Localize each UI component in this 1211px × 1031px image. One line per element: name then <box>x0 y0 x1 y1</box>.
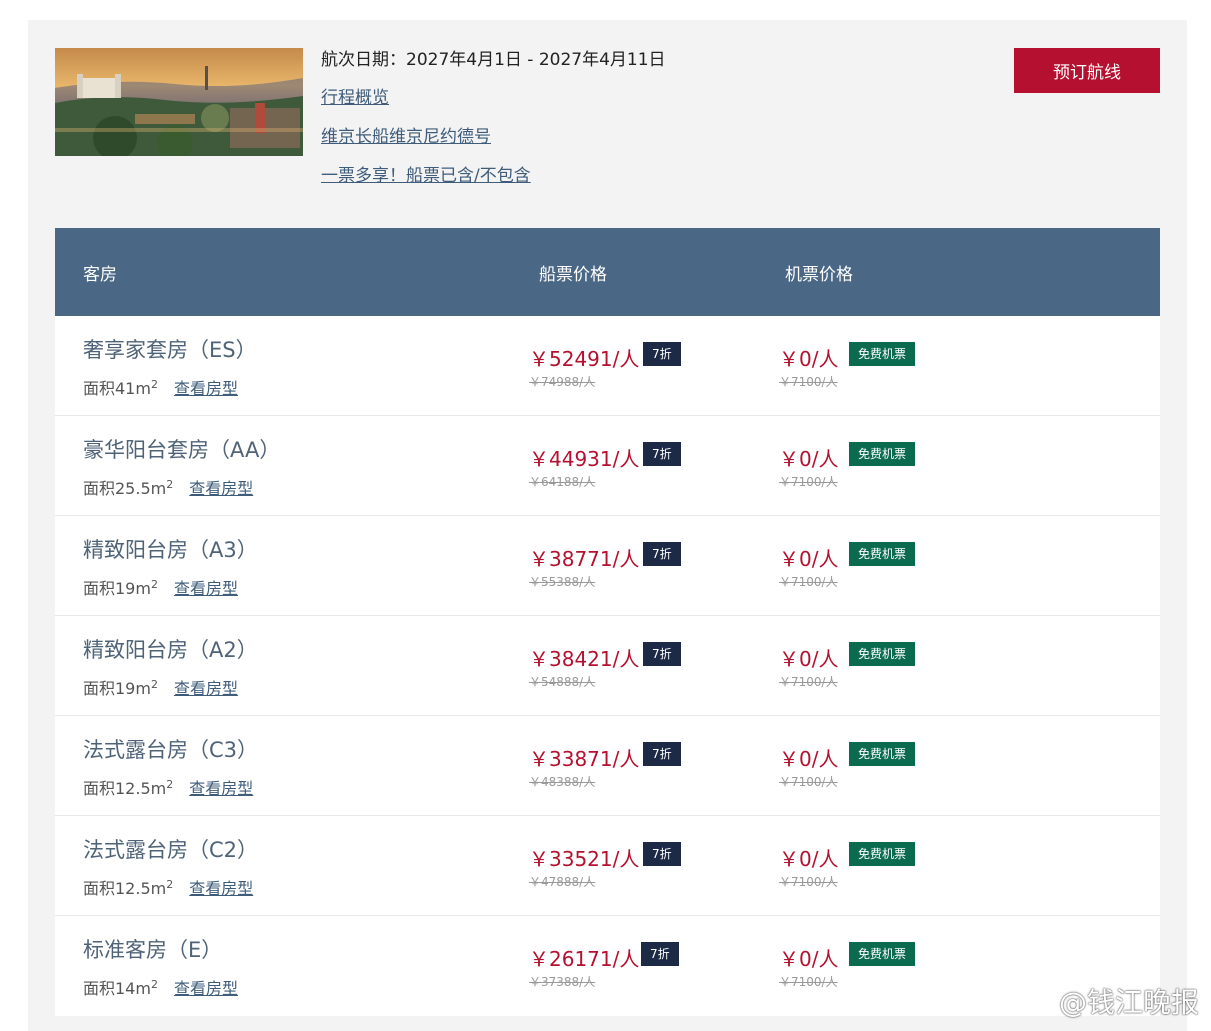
area-unit-superscript: 2 <box>150 378 158 391</box>
cabin-name: 法式露台房（C3） <box>83 738 259 762</box>
cabin-area: 面积25.5m2 查看房型 <box>83 475 253 499</box>
cabin-area-value: 面积19m <box>83 679 151 698</box>
cruise-fare-original: ￥47888/人 <box>529 875 596 889</box>
destination-thumbnail[interactable] <box>55 48 303 156</box>
inclusions-link[interactable]: 一票多享！船票已含/不包含 <box>321 164 666 188</box>
column-header-airfare: 机票价格 <box>785 265 853 285</box>
airfare-price: ￥0/人 <box>779 747 839 771</box>
cruise-fare-original: ￥74988/人 <box>529 375 596 389</box>
discount-badge: 7折 <box>643 642 681 666</box>
cabin-area-value: 面积14m <box>83 979 151 998</box>
cruise-fare-original: ￥48388/人 <box>529 775 596 789</box>
cabin-name: 精致阳台房（A3） <box>83 538 258 562</box>
cruise-fare-original: ￥54888/人 <box>529 675 596 689</box>
view-cabin-link[interactable]: 查看房型 <box>174 379 238 398</box>
table-row: 法式露台房（C3） 面积12.5m2 查看房型 ￥33871/人 ￥48388/人 7折 ￥… <box>55 716 1160 816</box>
cabin-area: 面积12.5m2 查看房型 <box>83 875 253 899</box>
airfare-original: ￥7100/人 <box>779 375 838 389</box>
table-header: 客房 船票价格 机票价格 <box>55 228 1160 316</box>
view-cabin-link[interactable]: 查看房型 <box>174 979 238 998</box>
airfare-price: ￥0/人 <box>779 947 839 971</box>
discount-badge: 7折 <box>643 342 681 366</box>
table-row: 奢享家套房（ES） 面积41m2 查看房型 ￥52491/人 ￥74988/人 7折 ￥0/… <box>55 316 1160 416</box>
table-row: 豪华阳台套房（AA） 面积25.5m2 查看房型 ￥44931/人 ￥64188/人 7折… <box>55 416 1160 516</box>
discount-badge: 7折 <box>643 542 681 566</box>
cabin-area: 面积19m2 查看房型 <box>83 575 238 599</box>
cabin-price-table: 客房 船票价格 机票价格 奢享家套房（ES） 面积41m2 查看房型 ￥52491/人… <box>55 228 1160 1016</box>
airfare-original: ￥7100/人 <box>779 775 838 789</box>
airfare-original: ￥7100/人 <box>779 675 838 689</box>
view-cabin-link[interactable]: 查看房型 <box>189 479 253 498</box>
free-airfare-badge: 免费机票 <box>849 942 916 966</box>
area-unit-superscript: 2 <box>166 878 174 891</box>
itinerary-overview-link[interactable]: 行程概览 <box>321 86 666 110</box>
table-row: 标准客房（E） 面积14m2 查看房型 ￥26171/人 ￥37388/人 7折 ￥0/人 ￥… <box>55 916 1160 1016</box>
cabin-area: 面积19m2 查看房型 <box>83 675 238 699</box>
cabin-area-value: 面积12.5m <box>83 779 167 798</box>
book-voyage-button[interactable]: 预订航线 <box>1014 48 1160 93</box>
view-cabin-link[interactable]: 查看房型 <box>174 679 238 698</box>
ship-name-link[interactable]: 维京长船维京尼约德号 <box>321 125 666 149</box>
discount-badge: 7折 <box>643 442 681 466</box>
cabin-area-value: 面积41m <box>83 379 151 398</box>
watermark: @钱江晚报 <box>1058 986 1199 1019</box>
cruise-fare-original: ￥64188/人 <box>529 475 596 489</box>
airfare-price: ￥0/人 <box>779 447 839 471</box>
cruise-fare-price: ￥33871/人 <box>529 747 640 771</box>
airfare-original: ￥7100/人 <box>779 475 838 489</box>
free-airfare-badge: 免费机票 <box>849 742 916 766</box>
airfare-price: ￥0/人 <box>779 547 839 571</box>
cabin-name: 奢享家套房（ES） <box>83 338 257 362</box>
airfare-price: ￥0/人 <box>779 347 839 371</box>
area-unit-superscript: 2 <box>150 678 158 691</box>
airfare-price: ￥0/人 <box>779 647 839 671</box>
view-cabin-link[interactable]: 查看房型 <box>174 579 238 598</box>
table-row: 精致阳台房（A3） 面积19m2 查看房型 ￥38771/人 ￥55388/人 7折 ￥0/… <box>55 516 1160 616</box>
discount-badge: 7折 <box>643 842 681 866</box>
airfare-original: ￥7100/人 <box>779 975 838 989</box>
area-unit-superscript: 2 <box>150 578 158 591</box>
table-row: 法式露台房（C2） 面积12.5m2 查看房型 ￥33521/人 ￥47888/人 7折 ￥… <box>55 816 1160 916</box>
cruise-fare-price: ￥52491/人 <box>529 347 640 371</box>
voyage-date: 航次日期：2027年4月1日 - 2027年4月11日 <box>321 50 666 70</box>
cabin-name: 标准客房（E） <box>83 938 223 962</box>
table-row: 精致阳台房（A2） 面积19m2 查看房型 ￥38421/人 ￥54888/人 7折 ￥0/… <box>55 616 1160 716</box>
cruise-fare-price: ￥26171/人 <box>529 947 640 971</box>
cabin-name: 精致阳台房（A2） <box>83 638 258 662</box>
discount-badge: 7折 <box>641 942 679 966</box>
view-cabin-link[interactable]: 查看房型 <box>189 879 253 898</box>
airfare-original: ￥7100/人 <box>779 875 838 889</box>
free-airfare-badge: 免费机票 <box>849 342 916 366</box>
cabin-area: 面积14m2 查看房型 <box>83 975 238 999</box>
cruise-fare-original: ￥37388/人 <box>529 975 596 989</box>
cabin-area-value: 面积25.5m <box>83 479 167 498</box>
column-header-cabin: 客房 <box>83 265 117 285</box>
cabin-area-value: 面积19m <box>83 579 151 598</box>
discount-badge: 7折 <box>643 742 681 766</box>
area-unit-superscript: 2 <box>166 778 174 791</box>
cabin-area: 面积41m2 查看房型 <box>83 375 238 399</box>
view-cabin-link[interactable]: 查看房型 <box>189 779 253 798</box>
free-airfare-badge: 免费机票 <box>849 442 916 466</box>
airfare-original: ￥7100/人 <box>779 575 838 589</box>
area-unit-superscript: 2 <box>150 978 158 991</box>
voyage-info: 航次日期：2027年4月1日 - 2027年4月11日 行程概览 维京长船维京尼… <box>321 48 666 188</box>
cabin-name: 豪华阳台套房（AA） <box>83 438 281 462</box>
cabin-name: 法式露台房（C2） <box>83 838 259 862</box>
cruise-fare-price: ￥44931/人 <box>529 447 640 471</box>
cruise-fare-price: ￥33521/人 <box>529 847 640 871</box>
free-airfare-badge: 免费机票 <box>849 642 916 666</box>
airfare-price: ￥0/人 <box>779 847 839 871</box>
free-airfare-badge: 免费机票 <box>849 842 916 866</box>
area-unit-superscript: 2 <box>166 478 174 491</box>
cabin-area: 面积12.5m2 查看房型 <box>83 775 253 799</box>
voyage-panel: 航次日期：2027年4月1日 - 2027年4月11日 行程概览 维京长船维京尼… <box>28 20 1187 1031</box>
column-header-cruise-fare: 船票价格 <box>539 265 607 285</box>
cruise-fare-original: ￥55388/人 <box>529 575 596 589</box>
cabin-area-value: 面积12.5m <box>83 879 167 898</box>
free-airfare-badge: 免费机票 <box>849 542 916 566</box>
cruise-fare-price: ￥38771/人 <box>529 547 640 571</box>
cruise-fare-price: ￥38421/人 <box>529 647 640 671</box>
